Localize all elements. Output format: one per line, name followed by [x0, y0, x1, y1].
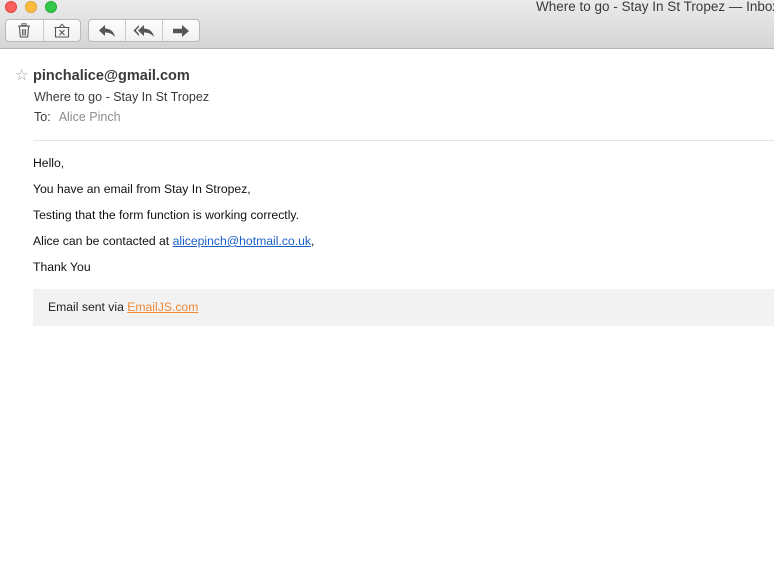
window-title: Where to go - Stay In St Tropez — Inbox	[536, 0, 774, 14]
star-icon[interactable]: ☆	[15, 67, 28, 85]
contact-email-link[interactable]: alicepinch@hotmail.co.uk	[173, 234, 311, 248]
to-label: To:	[34, 110, 51, 124]
trash-icon	[17, 23, 31, 38]
delete-junk-group	[5, 19, 81, 42]
contact-suffix: ,	[310, 234, 315, 248]
body-signoff: Thank You	[33, 260, 91, 274]
title-bar: Where to go - Stay In St Tropez — Inbox	[0, 0, 774, 49]
recipient-name[interactable]: Alice Pinch	[59, 110, 121, 124]
junk-button[interactable]	[44, 20, 81, 41]
body-contact-line: Alice can be contacted at alicepinch@hot…	[33, 234, 314, 249]
contact-prefix: Alice can be contacted at	[33, 234, 173, 248]
message-subject: Where to go - Stay In St Tropez	[34, 90, 210, 104]
sender-address[interactable]: pinchalice@gmail.com	[33, 67, 190, 85]
body-line-2: Testing that the form function is workin…	[33, 208, 299, 222]
delete-button[interactable]	[6, 20, 44, 41]
mail-window: Where to go - Stay In St Tropez — Inbox	[0, 0, 774, 564]
footer-text: Email sent via EmailJS.com	[48, 300, 198, 315]
junk-icon	[54, 23, 70, 38]
forward-button[interactable]	[163, 20, 199, 41]
reply-icon	[98, 24, 116, 38]
forward-icon	[172, 24, 190, 38]
footer-box: Email sent via EmailJS.com	[33, 289, 774, 326]
recipient-row: To: Alice Pinch	[34, 109, 121, 125]
emailjs-link[interactable]: EmailJS.com	[127, 300, 198, 314]
body-line-1: You have an email from Stay In Stropez,	[33, 182, 251, 196]
body-greeting: Hello,	[33, 156, 65, 170]
reply-button[interactable]	[89, 20, 126, 41]
footer-prefix: Email sent via	[48, 300, 128, 314]
header-divider	[33, 140, 774, 141]
reply-all-button[interactable]	[126, 20, 163, 41]
reply-all-icon	[133, 24, 155, 38]
reply-forward-group	[88, 19, 200, 42]
